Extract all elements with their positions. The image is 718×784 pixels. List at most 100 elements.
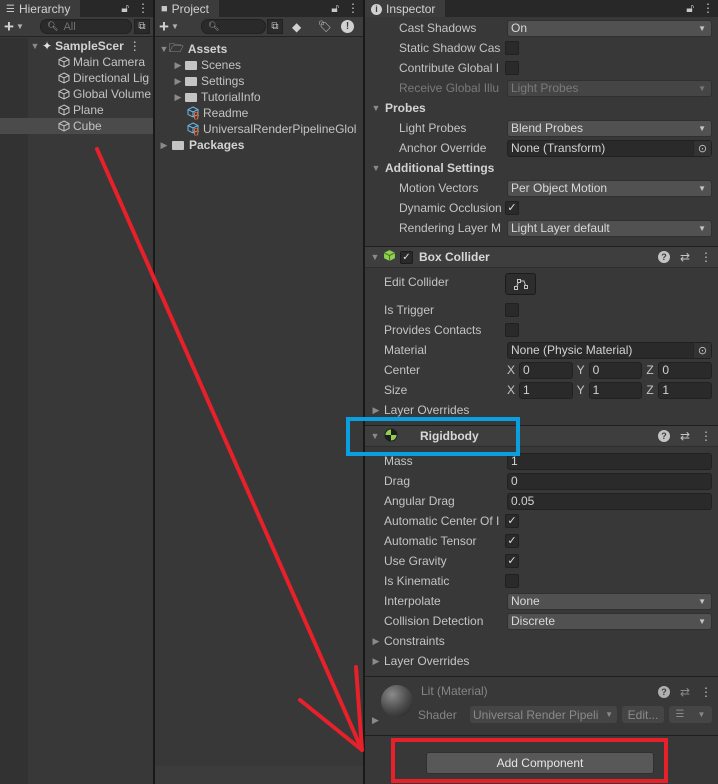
box-collider-layer-overrides-foldout[interactable]: ▶ Layer Overrides [371, 400, 470, 420]
material-list-button[interactable]: ☰ ▼ [669, 706, 712, 723]
chevron-down-icon[interactable]: ▼ [16, 22, 24, 31]
lock-icon[interactable]: 🔓︎ [686, 1, 694, 16]
panel-divider[interactable] [363, 0, 365, 784]
provides-contacts-checkbox[interactable] [505, 323, 519, 337]
collapse-arrow-icon[interactable]: ▶ [159, 140, 169, 151]
axis-y-label[interactable]: Y [577, 383, 589, 397]
use-gravity-checkbox[interactable]: ✓ [505, 554, 519, 568]
panel-divider[interactable] [153, 0, 155, 784]
component-menu-icon[interactable]: ⋮ [700, 685, 712, 699]
expand-arrow-icon[interactable]: ▼ [159, 44, 169, 54]
more-menu-icon[interactable]: ⋮ [137, 1, 149, 16]
axis-z-label[interactable]: Z [646, 383, 658, 397]
size-x-input[interactable]: 1 [519, 381, 573, 399]
is-kinematic-checkbox[interactable] [505, 574, 519, 588]
contribute-gi-checkbox[interactable] [505, 61, 519, 75]
auto-center-checkbox[interactable]: ✓ [505, 514, 519, 528]
help-icon[interactable]: ? [657, 251, 670, 263]
help-icon[interactable]: ? [657, 686, 670, 698]
center-y-input[interactable]: 0 [588, 361, 643, 379]
edit-shader-button[interactable]: Edit... [622, 706, 664, 723]
hierarchy-item[interactable]: Plane [0, 102, 153, 118]
component-enabled-checkbox[interactable]: ✓ [400, 250, 413, 264]
axis-x-label[interactable]: X [507, 363, 519, 377]
motion-vectors-dropdown[interactable]: Per Object Motion ▼ [507, 179, 712, 197]
mass-input[interactable]: 1 [507, 452, 712, 470]
create-button[interactable]: + [4, 18, 14, 35]
angular-drag-input[interactable]: 0.05 [507, 492, 712, 510]
anchor-override-field[interactable]: None (Transform) ⊙ [507, 139, 712, 157]
chevron-down-icon[interactable]: ▼ [171, 22, 179, 31]
edit-collider-button[interactable] [505, 273, 536, 295]
collapse-arrow-icon[interactable]: ▶ [173, 60, 183, 71]
dynamic-occlusion-checkbox[interactable]: ✓ [505, 201, 519, 215]
lock-icon[interactable]: 🔓︎ [331, 1, 339, 16]
static-shadow-checkbox[interactable] [505, 41, 519, 55]
rigidbody-header[interactable]: ▼ Rigidbody ? ⇄ ⋮ [365, 425, 718, 447]
axis-y-label[interactable]: Y [577, 363, 589, 377]
expand-arrow-icon[interactable]: ▼ [370, 252, 380, 262]
auto-tensor-checkbox[interactable]: ✓ [505, 534, 519, 548]
lock-icon[interactable]: 🔓︎ [121, 1, 129, 16]
hierarchy-item[interactable]: Global Volume [0, 86, 153, 102]
cast-shadows-dropdown[interactable]: On ▼ [507, 19, 712, 37]
hierarchy-item[interactable]: Main Camera [0, 54, 153, 70]
probes-section-header[interactable]: ▼ Probes [371, 98, 426, 118]
filter-by-type-icon[interactable]: ◆ [292, 20, 301, 34]
hierarchy-item[interactable]: Directional Lig [0, 70, 153, 86]
asset-row[interactable]: {} UniversalRenderPipelineGlol [155, 121, 363, 137]
expand-arrow-icon[interactable]: ▶ [372, 715, 379, 726]
add-component-button[interactable]: Add Component [426, 752, 654, 774]
search-popout-icon[interactable]: ⧉ [134, 19, 150, 34]
collapse-arrow-icon[interactable]: ▶ [173, 92, 183, 103]
drag-input[interactable]: 0 [507, 472, 712, 490]
box-collider-header[interactable]: ▼ ✓ Box Collider ? ⇄ ⋮ [365, 246, 718, 268]
interpolate-dropdown[interactable]: None ▼ [507, 592, 712, 610]
folder-row[interactable]: ▶ Settings [155, 73, 363, 89]
create-button[interactable]: + [159, 18, 169, 35]
component-menu-icon[interactable]: ⋮ [700, 250, 712, 264]
constraints-foldout[interactable]: ▶ Constraints [371, 631, 445, 651]
tab-project[interactable]: ■ Project [155, 0, 220, 17]
tab-hierarchy[interactable]: ☰ Hierarchy [0, 0, 81, 17]
rigidbody-layer-overrides-foldout[interactable]: ▶ Layer Overrides [371, 651, 470, 671]
size-z-input[interactable]: 1 [658, 381, 713, 399]
collapse-arrow-icon[interactable]: ▶ [173, 76, 183, 87]
hierarchy-item-selected[interactable]: Cube [0, 118, 153, 134]
help-icon[interactable]: ? [657, 430, 670, 442]
center-z-input[interactable]: 0 [658, 361, 713, 379]
light-probes-dropdown[interactable]: Blend Probes ▼ [507, 119, 712, 137]
object-picker-icon[interactable]: ⊙ [693, 140, 711, 156]
warning-icon[interactable]: ! [341, 20, 354, 33]
scene-row[interactable]: ▼ ✦ SampleScer ⋮ [0, 38, 153, 54]
additional-settings-header[interactable]: ▼ Additional Settings [371, 158, 495, 178]
hierarchy-search-input[interactable]: 🔍︎ All [40, 19, 132, 34]
presets-icon[interactable]: ⇄ [680, 250, 690, 264]
asset-row[interactable]: {} Readme [155, 105, 363, 121]
filter-by-label-icon[interactable]: 🏷︎ [318, 20, 332, 33]
collision-detection-dropdown[interactable]: Discrete ▼ [507, 612, 712, 630]
folder-row[interactable]: ▶ Scenes [155, 57, 363, 73]
project-search-input[interactable]: 🔍︎ [201, 19, 266, 34]
more-menu-icon[interactable]: ⋮ [702, 1, 714, 16]
more-menu-icon[interactable]: ⋮ [347, 1, 359, 16]
tab-inspector[interactable]: i Inspector [365, 0, 446, 17]
packages-folder-row[interactable]: ▶ Packages [155, 137, 363, 153]
presets-icon[interactable]: ⇄ [680, 685, 690, 699]
assets-folder-row[interactable]: ▼ 🗁︎ Assets [155, 41, 363, 57]
rendering-layer-dropdown[interactable]: Light Layer default ▼ [507, 219, 712, 237]
search-popout-icon[interactable]: ⧉ [267, 19, 283, 34]
is-trigger-checkbox[interactable] [505, 303, 519, 317]
object-picker-icon[interactable]: ⊙ [693, 342, 711, 358]
expand-arrow-icon[interactable]: ▼ [370, 431, 380, 441]
folder-row[interactable]: ▶ TutorialInfo [155, 89, 363, 105]
scene-menu-icon[interactable]: ⋮ [129, 39, 141, 53]
size-y-input[interactable]: 1 [588, 381, 643, 399]
component-menu-icon[interactable]: ⋮ [700, 429, 712, 443]
physic-material-field[interactable]: None (Physic Material) ⊙ [507, 341, 712, 359]
presets-icon[interactable]: ⇄ [680, 429, 690, 443]
axis-x-label[interactable]: X [507, 383, 519, 397]
shader-dropdown[interactable]: Universal Render Pipeli ▼ [470, 706, 617, 723]
axis-z-label[interactable]: Z [646, 363, 658, 377]
center-x-input[interactable]: 0 [519, 361, 573, 379]
